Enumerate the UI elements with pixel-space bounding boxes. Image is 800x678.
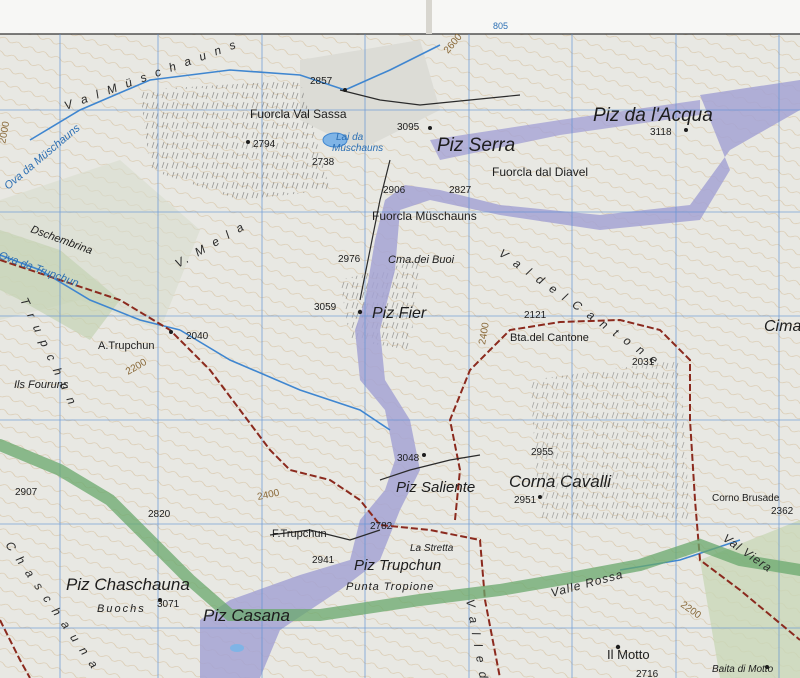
spot-height: 3118 xyxy=(650,127,672,138)
lake-label-2: Müschauns xyxy=(332,143,383,154)
map-top-margin xyxy=(0,0,800,34)
spot-height: 2906 xyxy=(383,185,406,196)
map-canvas[interactable]: 2600 2400 2400 2200 2200 2000 805 V a l … xyxy=(0,0,800,678)
spot-height: 2907 xyxy=(15,487,38,498)
spot-height: 2362 xyxy=(771,506,794,517)
peak-label-piz-serra: Piz Serra xyxy=(437,135,515,156)
peak-label-piz-fier: Piz Fier xyxy=(372,305,427,322)
peak-label-corna-cavalli: Corna Cavalli xyxy=(509,472,612,491)
lake-label-1: Lai da xyxy=(336,132,364,143)
place-label-punta-tropione: Punta Tropione xyxy=(346,581,434,593)
place-label-a-trupchun: A.Trupchun xyxy=(98,340,154,352)
place-label-buochs: Buochs xyxy=(97,603,146,615)
place-label-bta-del-cantone: Bta.del Cantone xyxy=(510,332,589,344)
spot-height: 2951 xyxy=(514,495,537,506)
peak-label-piz-chaschauna: Piz Chaschauna xyxy=(66,575,190,594)
spot-height: 2976 xyxy=(338,254,361,265)
place-label-la-stretta: La Stretta xyxy=(410,543,454,554)
spot-height: 3095 xyxy=(397,122,420,133)
spot-height: 2040 xyxy=(186,331,209,342)
peak-label-piz-trupchun: Piz Trupchun xyxy=(354,557,441,574)
rock-area-cavalli xyxy=(530,360,690,520)
spot-height: 2941 xyxy=(312,555,335,566)
spot-height: 2857 xyxy=(310,76,333,87)
peak-label-piz-da-lacqua: Piz da l'Acqua xyxy=(593,105,713,126)
spot-height: 2794 xyxy=(253,139,276,150)
place-label-ils-fouruns: Ils Fouruns xyxy=(14,379,69,391)
place-label-il-motto: Il Motto xyxy=(607,647,650,662)
spot-height: 2955 xyxy=(531,447,554,458)
topographic-map[interactable]: 2600 2400 2400 2200 2200 2000 805 V a l … xyxy=(0,0,800,678)
place-label-baita-di-motto: Baita di Motto xyxy=(712,664,774,675)
place-label-cma-dei-buoi: Cma.dei Buoi xyxy=(388,254,455,266)
place-label-corno-brusade: Corno Brusade xyxy=(712,493,780,504)
peak-label-piz-saliente: Piz Saliente xyxy=(396,479,475,496)
spot-height: 2738 xyxy=(312,157,335,168)
place-label-fuorcla-dal-diavel: Fuorcla dal Diavel xyxy=(492,165,588,179)
spot-height: 2031 xyxy=(632,357,655,368)
spot-height: 2121 xyxy=(524,310,547,321)
peak-label-piz-casana: Piz Casana xyxy=(203,606,290,625)
spot-height: 3048 xyxy=(397,453,420,464)
tarn xyxy=(230,644,244,652)
spot-height: 2827 xyxy=(449,185,472,196)
peak-label-cima: Cima xyxy=(764,318,800,335)
spot-height: 2716 xyxy=(636,669,659,678)
fold-line xyxy=(426,0,432,34)
spot-height: 2782 xyxy=(370,521,393,532)
spot-height: 3059 xyxy=(314,302,337,313)
place-label-f-trupchun: F.Trupchun xyxy=(272,528,327,540)
grid-easting-label: 805 xyxy=(493,21,508,31)
place-label-fuorcla-val-sassa: Fuorcla Val Sassa xyxy=(250,107,347,121)
place-label-fuorcla-muschauns: Fuorcla Müschauns xyxy=(372,209,477,223)
spot-height: 2820 xyxy=(148,509,171,520)
